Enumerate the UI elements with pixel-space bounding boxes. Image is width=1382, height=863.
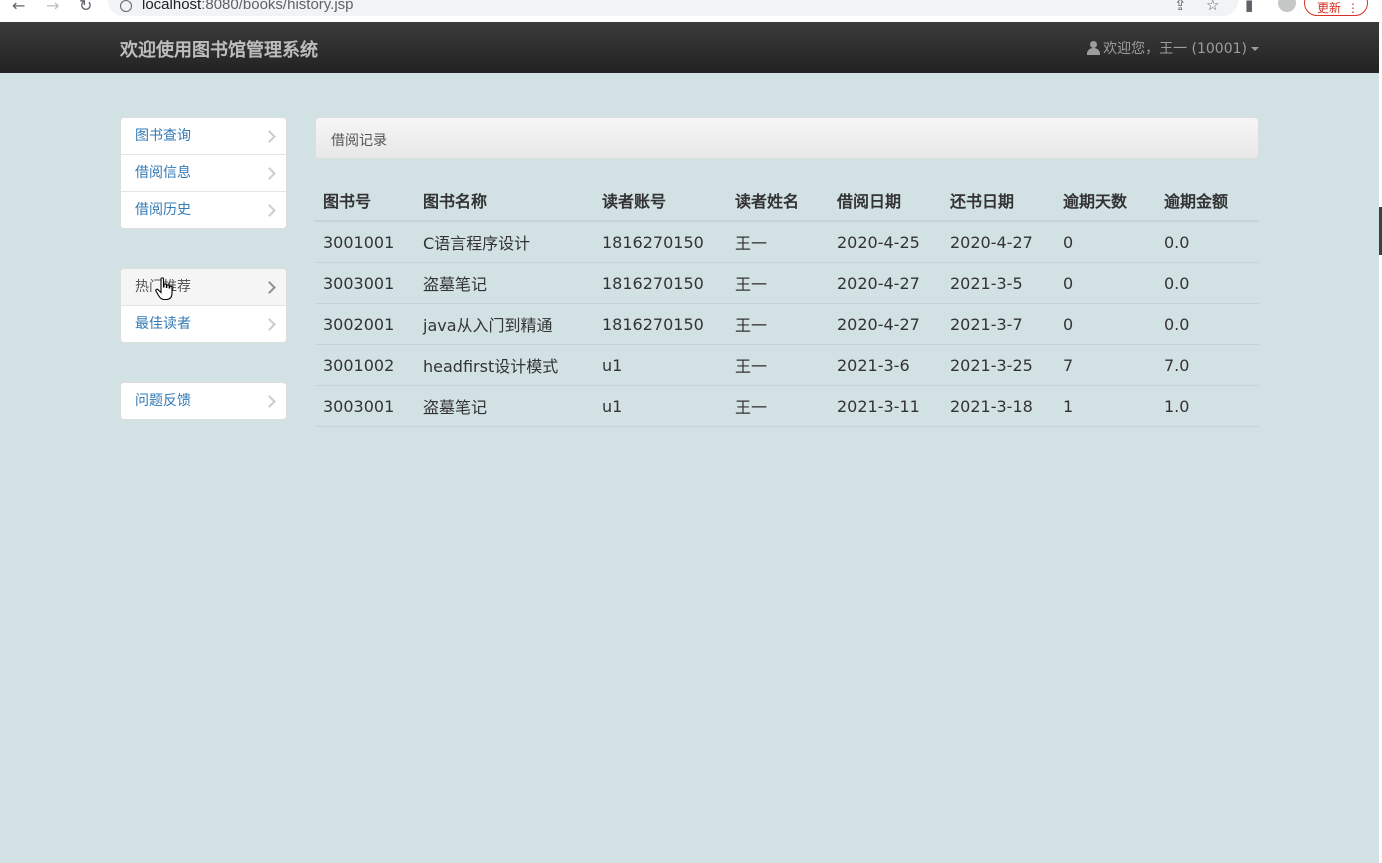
table-cell: 王一	[727, 303, 829, 345]
table-cell: 0	[1055, 303, 1156, 345]
table-cell: 王一	[727, 220, 829, 263]
table-cell: 2021-3-7	[942, 303, 1055, 345]
table-cell: 0	[1055, 220, 1156, 263]
address-bar[interactable]: localhost:8080/books/history.jsp	[108, 0, 1238, 16]
column-header: 还书日期	[942, 180, 1055, 222]
reload-icon[interactable]: ↻	[79, 0, 92, 15]
browser-toolbar: ← → ↻ localhost:8080/books/history.jsp ⇪…	[0, 0, 1382, 23]
table-cell: 0	[1055, 262, 1156, 304]
site-info-icon[interactable]	[120, 0, 132, 12]
column-header: 图书名称	[415, 180, 594, 222]
table-cell: 1816270150	[594, 262, 727, 304]
back-arrow-icon[interactable]: ←	[12, 0, 25, 15]
bookmark-star-icon[interactable]: ☆	[1206, 0, 1219, 14]
hand-cursor-icon	[155, 277, 173, 301]
borrow-history-table: 图书号 图书名称 读者账号 读者姓名 借阅日期 还书日期 逾期天数 逾期金额 3…	[315, 180, 1259, 427]
table-cell: 3001002	[315, 344, 415, 386]
chevron-right-icon	[263, 130, 276, 143]
sidebar-panel-books: 图书查询 借阅信息 借阅历史	[120, 117, 287, 229]
table-cell: 1	[1055, 385, 1156, 427]
table-cell: 3003001	[315, 262, 415, 304]
table-cell: 王一	[727, 262, 829, 304]
page-title: 借阅记录	[331, 133, 387, 149]
brand-title[interactable]: 欢迎使用图书馆管理系统	[120, 36, 318, 62]
chevron-right-icon	[263, 318, 276, 331]
column-header: 借阅日期	[829, 180, 942, 222]
sidebar-panel-rankings: 热门推荐 最佳读者	[120, 268, 287, 343]
table-row: 3003001 盗墓笔记 u1 王一 2021-3-11 2021-3-18 1…	[315, 385, 1259, 427]
table-cell: 3001001	[315, 220, 415, 263]
table-cell: 2020-4-27	[829, 262, 942, 304]
table-cell: java从入门到精通	[415, 303, 594, 345]
sidebar-item-label: 借阅信息	[135, 165, 191, 181]
chevron-right-icon	[263, 395, 276, 408]
sidebar-item-label: 问题反馈	[135, 393, 191, 409]
address-url: localhost:8080/books/history.jsp	[142, 0, 354, 13]
column-header: 逾期金额	[1156, 180, 1259, 222]
table-cell: 1816270150	[594, 303, 727, 345]
user-label: 欢迎您，王一 (10001)	[1103, 41, 1247, 57]
column-header: 逾期天数	[1055, 180, 1156, 222]
table-cell: 盗墓笔记	[415, 385, 594, 427]
table-cell: 0.0	[1156, 262, 1259, 304]
chevron-right-icon	[263, 204, 276, 217]
update-button[interactable]: 更新 ⋮	[1304, 0, 1368, 16]
sidebar-item-label: 图书查询	[135, 128, 191, 144]
table-cell: 1.0	[1156, 385, 1259, 427]
column-header: 读者姓名	[727, 180, 829, 222]
table-cell: 盗墓笔记	[415, 262, 594, 304]
share-icon[interactable]: ⇪	[1174, 0, 1187, 14]
table-row: 3001001 C语言程序设计 1816270150 王一 2020-4-25 …	[315, 220, 1259, 263]
table-row: 3001002 headfirst设计模式 u1 王一 2021-3-6 202…	[315, 344, 1259, 386]
sidebar-item-hot-recommend[interactable]: 热门推荐	[121, 269, 286, 305]
table-cell: headfirst设计模式	[415, 344, 594, 386]
table-cell: C语言程序设计	[415, 220, 594, 263]
table-cell: 3002001	[315, 303, 415, 345]
table-cell: 2020-4-25	[829, 220, 942, 263]
sidebar-item-borrow-info[interactable]: 借阅信息	[121, 154, 286, 191]
table-cell: 王一	[727, 344, 829, 386]
user-menu[interactable]: 欢迎您，王一 (10001)	[1087, 38, 1259, 58]
caret-down-icon	[1251, 47, 1259, 51]
table-header-row: 图书号 图书名称 读者账号 读者姓名 借阅日期 还书日期 逾期天数 逾期金额	[315, 180, 1259, 222]
sidebar-item-feedback[interactable]: 问题反馈	[121, 383, 286, 419]
sidebar-item-label: 最佳读者	[135, 316, 191, 332]
table-cell: 1816270150	[594, 220, 727, 263]
column-header: 读者账号	[594, 180, 727, 222]
column-header: 图书号	[315, 180, 415, 222]
sidebar-item-label: 借阅历史	[135, 202, 191, 218]
chevron-right-icon	[263, 281, 276, 294]
url-host: localhost	[142, 0, 202, 13]
table-cell: u1	[594, 385, 727, 427]
table-row: 3003001 盗墓笔记 1816270150 王一 2020-4-27 202…	[315, 262, 1259, 304]
sidebar-item-borrow-history[interactable]: 借阅历史	[121, 191, 286, 228]
table-cell: 2020-4-27	[829, 303, 942, 345]
table-cell: 2020-4-27	[942, 220, 1055, 263]
table-cell: 7	[1055, 344, 1156, 386]
table-cell: 3003001	[315, 385, 415, 427]
sidebar-panel-feedback: 问题反馈	[120, 382, 287, 420]
table-cell: 2021-3-6	[829, 344, 942, 386]
panel-heading: 借阅记录	[315, 117, 1259, 159]
table-cell: 0.0	[1156, 303, 1259, 345]
table-cell: u1	[594, 344, 727, 386]
table-row: 3002001 java从入门到精通 1816270150 王一 2020-4-…	[315, 303, 1259, 345]
chevron-right-icon	[263, 167, 276, 180]
table-cell: 0.0	[1156, 220, 1259, 263]
table-cell: 7.0	[1156, 344, 1259, 386]
table-cell: 2021-3-25	[942, 344, 1055, 386]
top-navbar: 欢迎使用图书馆管理系统 欢迎您，王一 (10001)	[0, 22, 1379, 73]
sidebar-item-best-readers[interactable]: 最佳读者	[121, 305, 286, 342]
table-cell: 王一	[727, 385, 829, 427]
forward-arrow-icon[interactable]: →	[46, 0, 59, 15]
sidebar-item-book-search[interactable]: 图书查询	[121, 118, 286, 154]
update-label: 更新	[1317, 1, 1342, 15]
table-cell: 2021-3-18	[942, 385, 1055, 427]
url-path: :8080/books/history.jsp	[201, 0, 354, 13]
profile-avatar-icon[interactable]	[1278, 0, 1296, 12]
side-panel-icon[interactable]: ▮	[1245, 0, 1253, 14]
table-cell: 2021-3-11	[829, 385, 942, 427]
table-cell: 2021-3-5	[942, 262, 1055, 304]
user-icon	[1087, 41, 1101, 55]
